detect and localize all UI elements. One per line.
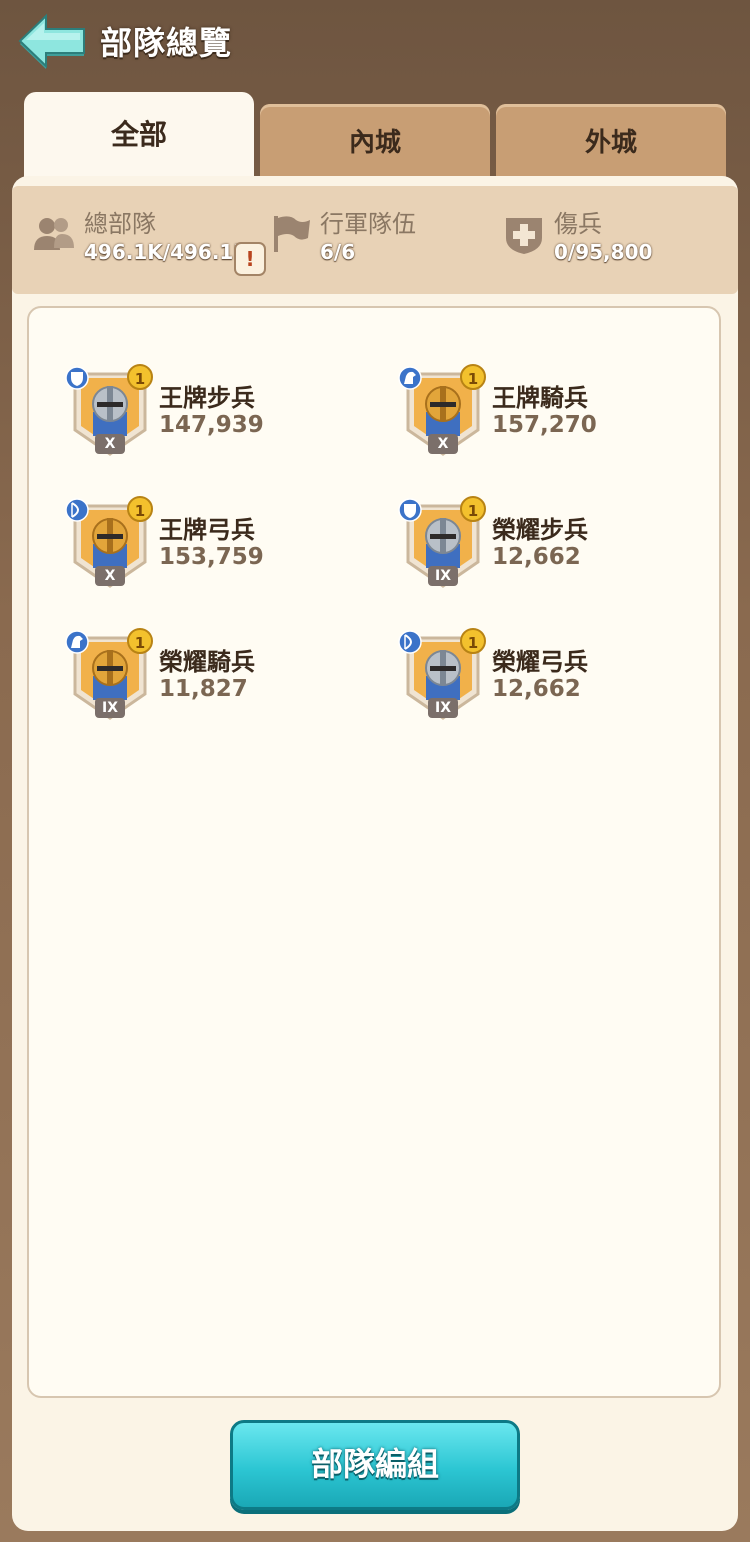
unit-card[interactable]: 1 IX 榮耀騎兵 11,827: [65, 628, 369, 738]
unit-count: 157,270: [492, 412, 597, 438]
unit-count: 153,759: [159, 544, 264, 570]
unit-card[interactable]: 1 X 王牌步兵 147,939: [65, 364, 369, 474]
shield-icon: [398, 498, 422, 522]
unit-count: 147,939: [159, 412, 264, 438]
back-button[interactable]: [16, 12, 88, 70]
troop-formation-button[interactable]: 部隊編組: [230, 1420, 520, 1510]
tab-all[interactable]: 全部: [24, 92, 254, 188]
horse-icon: [65, 630, 89, 654]
unit-count: 11,827: [159, 676, 248, 702]
page-title: 部隊總覽: [100, 24, 233, 62]
unit-name: 榮耀步兵: [492, 516, 588, 544]
unit-level-badge: 1: [127, 364, 153, 390]
unit-card[interactable]: 1 X 王牌弓兵 153,759: [65, 496, 369, 606]
bow-icon: [65, 498, 89, 522]
tab-outer-city[interactable]: 外城: [496, 104, 726, 178]
stats-bar: 總部隊 496.1K/496.1K ! 行軍隊伍 6/6 傷兵 0/95,800: [12, 186, 738, 294]
unit-tier-label: IX: [95, 698, 125, 718]
stat-total-label: 總部隊: [84, 210, 156, 238]
unit-count: 12,662: [492, 676, 581, 702]
stat-wounded-label: 傷兵: [554, 210, 602, 238]
unit-name: 榮耀弓兵: [492, 648, 588, 676]
bow-icon: [398, 630, 422, 654]
stat-wounded-value: 0/95,800: [554, 240, 653, 264]
unit-level-badge: 1: [460, 628, 486, 654]
unit-name: 王牌弓兵: [159, 516, 255, 544]
medical-cross-icon: [506, 218, 542, 254]
unit-card[interactable]: 1 X 王牌騎兵 157,270: [398, 364, 702, 474]
unit-level-badge: 1: [460, 496, 486, 522]
unit-count: 12,662: [492, 544, 581, 570]
troops-icon: [34, 218, 74, 250]
unit-card[interactable]: 1 IX 榮耀步兵 12,662: [398, 496, 702, 606]
troops-panel: 總部隊 496.1K/496.1K ! 行軍隊伍 6/6 傷兵 0/95,800…: [12, 176, 738, 1531]
unit-name: 王牌步兵: [159, 384, 255, 412]
horse-icon: [398, 366, 422, 390]
unit-name: 王牌騎兵: [492, 384, 588, 412]
tab-inner-city[interactable]: 內城: [260, 104, 490, 178]
unit-name: 榮耀騎兵: [159, 648, 255, 676]
unit-level-badge: 1: [127, 496, 153, 522]
unit-tier-label: IX: [428, 566, 458, 586]
unit-tier-label: X: [428, 434, 458, 454]
stat-march-value: 6/6: [320, 240, 356, 264]
back-arrow-icon: [18, 13, 85, 69]
unit-tier-label: IX: [428, 698, 458, 718]
flag-icon: [274, 216, 310, 252]
unit-level-badge: 1: [460, 364, 486, 390]
unit-tier-label: X: [95, 434, 125, 454]
shield-icon: [65, 366, 89, 390]
header: 部隊總覽: [0, 0, 750, 90]
warning-badge[interactable]: !: [234, 242, 266, 276]
unit-level-badge: 1: [127, 628, 153, 654]
unit-tier-label: X: [95, 566, 125, 586]
stat-march-label: 行軍隊伍: [320, 210, 416, 238]
unit-card[interactable]: 1 IX 榮耀弓兵 12,662: [398, 628, 702, 738]
unit-list: 1 X 王牌步兵 147,939 1 X 王牌騎兵 157,270 1 X 王牌弓兵 153,759 1…: [27, 306, 721, 1398]
stat-total-value: 496.1K/496.1K: [84, 240, 249, 264]
